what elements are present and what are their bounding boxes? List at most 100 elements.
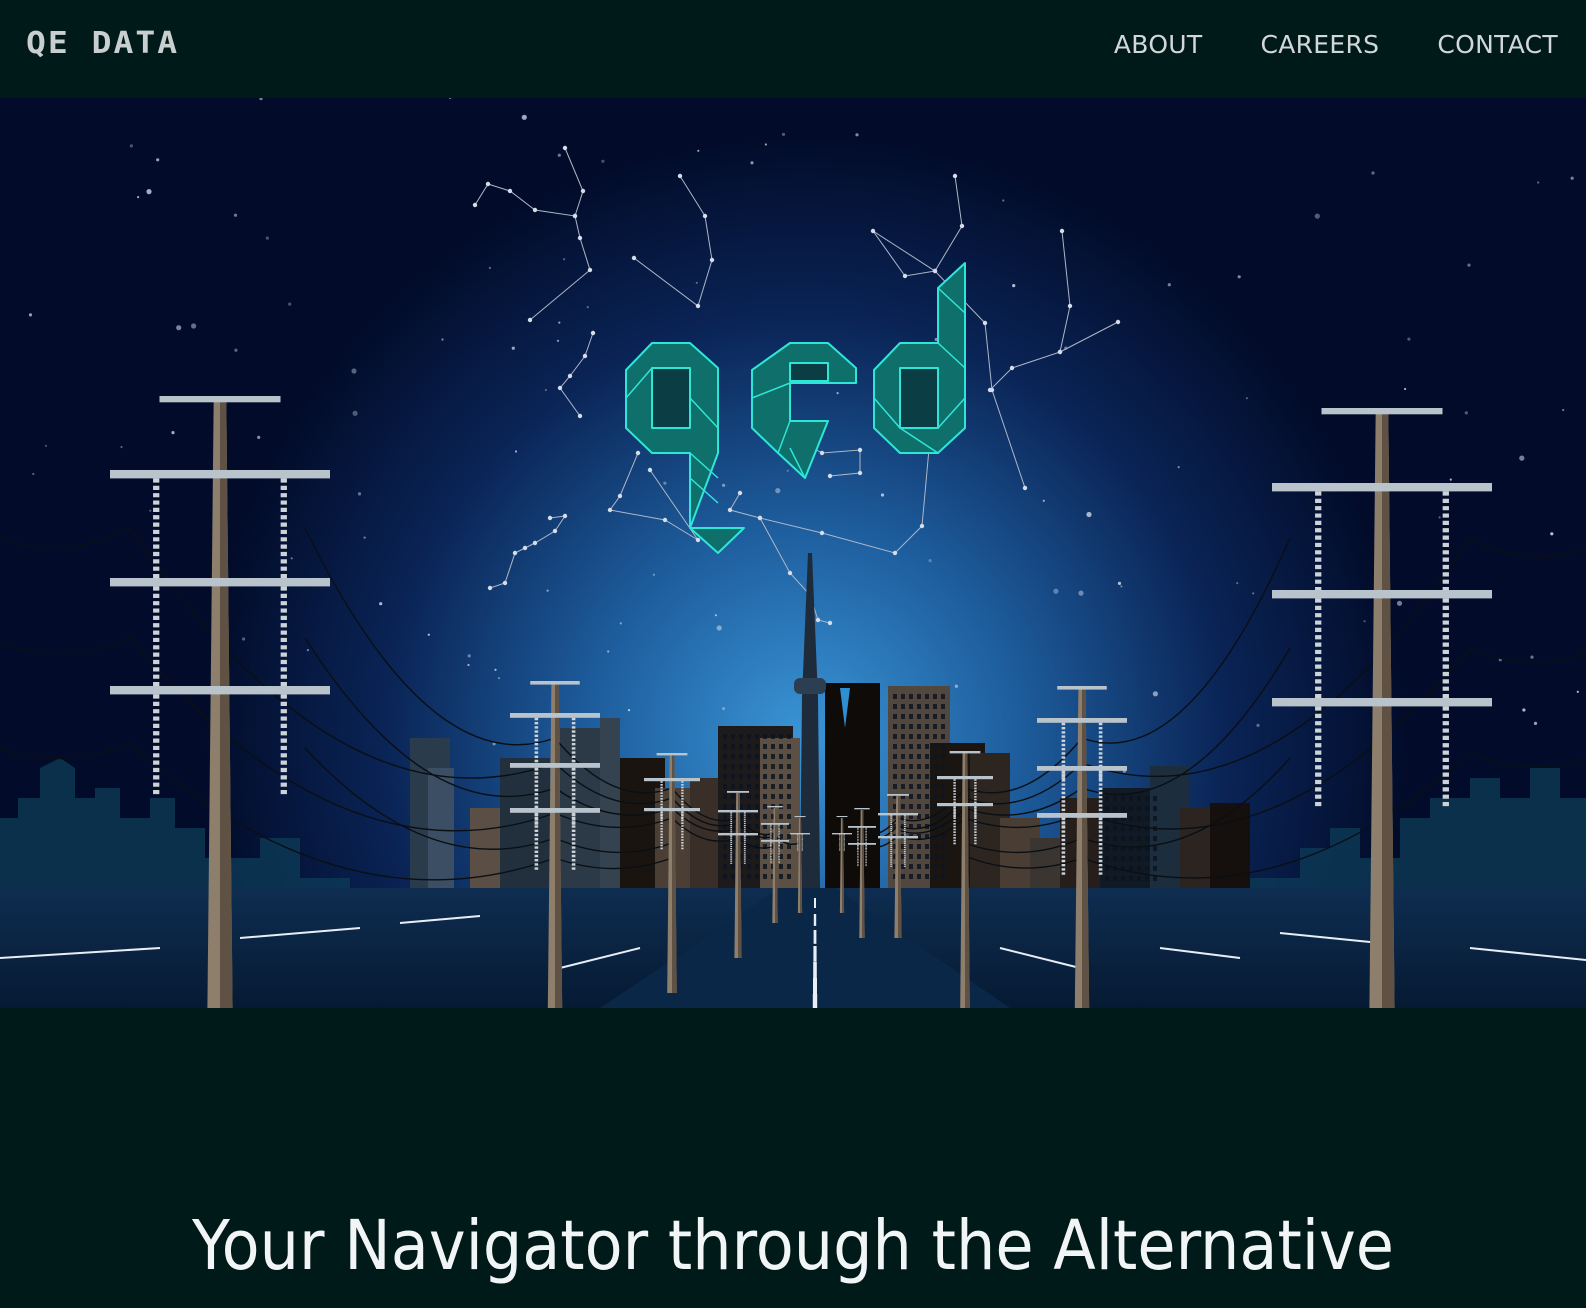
window bbox=[893, 724, 897, 729]
window bbox=[925, 874, 929, 879]
window bbox=[925, 764, 929, 769]
constellation-star bbox=[485, 181, 491, 187]
constellation-star bbox=[590, 330, 596, 336]
constellation-star bbox=[677, 173, 683, 179]
constellation-star bbox=[857, 470, 863, 476]
constellation-star bbox=[577, 413, 583, 419]
star bbox=[1053, 588, 1059, 594]
window bbox=[787, 764, 791, 769]
window bbox=[731, 774, 735, 779]
window bbox=[1105, 796, 1109, 801]
star bbox=[1467, 263, 1471, 267]
window bbox=[787, 854, 791, 859]
window bbox=[909, 794, 913, 799]
constellation-star bbox=[607, 507, 613, 513]
constellation-star bbox=[932, 268, 938, 274]
window bbox=[1113, 806, 1117, 811]
star bbox=[1314, 213, 1320, 219]
window bbox=[1153, 836, 1157, 841]
star bbox=[257, 435, 261, 439]
constellation-star bbox=[982, 320, 988, 326]
main-nav: ABOUT CAREERS CONTACT bbox=[1114, 30, 1558, 59]
window bbox=[755, 774, 759, 779]
constellation-star bbox=[507, 188, 513, 194]
pole-top-arm bbox=[530, 681, 580, 685]
window bbox=[893, 764, 897, 769]
star bbox=[586, 306, 589, 309]
window bbox=[779, 754, 783, 759]
window bbox=[909, 704, 913, 709]
window bbox=[893, 694, 897, 699]
window bbox=[917, 704, 921, 709]
window bbox=[747, 774, 751, 779]
window bbox=[771, 744, 775, 749]
window bbox=[1113, 856, 1117, 861]
crossarm bbox=[937, 776, 993, 780]
crossarm bbox=[832, 833, 852, 835]
window bbox=[933, 844, 937, 849]
window bbox=[723, 854, 727, 859]
star bbox=[880, 493, 885, 497]
window bbox=[933, 794, 937, 799]
window bbox=[933, 864, 937, 869]
window bbox=[731, 864, 735, 869]
nav-about-link[interactable]: ABOUT bbox=[1114, 30, 1203, 59]
window bbox=[909, 694, 913, 699]
window bbox=[941, 724, 945, 729]
constellation-star bbox=[567, 373, 573, 379]
star bbox=[1519, 455, 1525, 461]
window bbox=[779, 874, 783, 879]
constellation-star bbox=[709, 257, 715, 263]
star bbox=[265, 236, 269, 240]
window bbox=[909, 734, 913, 739]
window bbox=[755, 784, 759, 789]
window bbox=[787, 794, 791, 799]
star bbox=[1252, 592, 1255, 595]
window bbox=[925, 794, 929, 799]
window bbox=[933, 774, 937, 779]
window bbox=[739, 734, 743, 739]
window bbox=[787, 834, 791, 839]
star bbox=[764, 143, 768, 146]
window bbox=[779, 764, 783, 769]
letter-d-counter bbox=[899, 367, 939, 429]
window bbox=[1113, 876, 1117, 881]
constellation-star bbox=[577, 235, 583, 241]
window bbox=[1113, 836, 1117, 841]
star bbox=[1078, 590, 1084, 596]
nav-contact-link[interactable]: CONTACT bbox=[1437, 30, 1558, 59]
window bbox=[771, 764, 775, 769]
constellation-star bbox=[532, 207, 538, 213]
window bbox=[755, 754, 759, 759]
window bbox=[1145, 816, 1149, 821]
window bbox=[1129, 836, 1133, 841]
window bbox=[933, 854, 937, 859]
window bbox=[1113, 826, 1117, 831]
window bbox=[779, 864, 783, 869]
window bbox=[933, 704, 937, 709]
crossarm bbox=[644, 778, 700, 782]
window bbox=[747, 754, 751, 759]
window bbox=[755, 814, 759, 819]
site-logo[interactable]: QE DATA bbox=[26, 27, 179, 57]
constellation-star bbox=[572, 213, 578, 219]
star bbox=[129, 144, 133, 148]
window bbox=[1137, 836, 1141, 841]
window bbox=[1105, 846, 1109, 851]
window bbox=[941, 874, 945, 879]
pole-top-arm bbox=[159, 396, 281, 403]
window bbox=[1137, 876, 1141, 881]
window bbox=[901, 734, 905, 739]
window bbox=[917, 874, 921, 879]
star bbox=[494, 668, 497, 671]
window bbox=[1105, 856, 1109, 861]
window bbox=[1121, 806, 1125, 811]
window bbox=[941, 784, 945, 789]
window bbox=[731, 874, 735, 879]
star bbox=[137, 196, 140, 199]
window bbox=[723, 814, 727, 819]
window bbox=[1153, 806, 1157, 811]
nav-careers-link[interactable]: CAREERS bbox=[1260, 30, 1379, 59]
window bbox=[1129, 856, 1133, 861]
window bbox=[1105, 876, 1109, 881]
